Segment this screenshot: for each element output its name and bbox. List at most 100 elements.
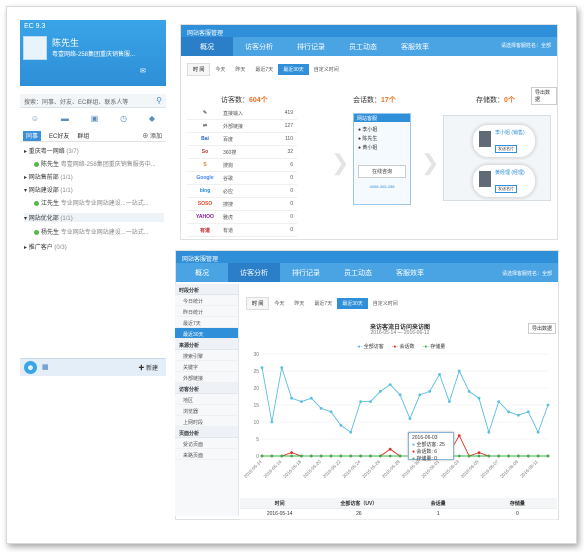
data-point bbox=[388, 454, 392, 458]
tab-colleagues[interactable]: 同事 bbox=[23, 131, 42, 141]
person-icon bbox=[479, 171, 491, 187]
side-menu-item[interactable]: 搜索引擎 bbox=[175, 350, 238, 361]
table-cell: 0 bbox=[515, 511, 519, 517]
search-input[interactable]: 搜索：同事、好友、EC群组、联系人等 bbox=[24, 100, 128, 106]
range-yesterday[interactable]: 昨天 bbox=[289, 298, 309, 309]
group-item[interactable]: ▾ 网站优化部 (1/1) bbox=[24, 213, 164, 222]
search-icon[interactable]: ⚲ bbox=[156, 96, 162, 105]
chat-item[interactable]: ● 黄小姐 bbox=[354, 142, 410, 151]
table-header-cell[interactable]: 全部访客（UV） bbox=[319, 500, 398, 507]
tab-groups[interactable]: 群组 bbox=[77, 131, 89, 141]
side-menu-heading[interactable]: 页面分析 bbox=[175, 427, 238, 438]
history-icon[interactable]: ◷ bbox=[120, 114, 127, 128]
search-box[interactable]: 搜索：同事、好友、EC群组、联系人等 ⚲ bbox=[20, 94, 166, 108]
side-menu-item[interactable]: 外部链接 bbox=[175, 372, 238, 383]
side-menu-item[interactable]: 浏览器 bbox=[175, 405, 238, 416]
tab-visitor-analysis[interactable]: 访客分析 bbox=[228, 263, 280, 282]
tab-staff[interactable]: 员工动态 bbox=[332, 263, 384, 282]
side-menu-item[interactable]: 地区 bbox=[175, 394, 238, 405]
export-button[interactable]: 导出数据 bbox=[528, 323, 557, 334]
range-custom[interactable]: 自定义时间 bbox=[368, 298, 403, 309]
range-30days[interactable]: 最近30天 bbox=[278, 64, 309, 75]
new-button[interactable]: ✚ 新建 bbox=[138, 363, 158, 372]
legend-leads[interactable]: -●- 存储量 bbox=[423, 343, 446, 350]
series-line bbox=[261, 367, 549, 434]
side-menu-item[interactable]: 最近7天 bbox=[175, 317, 238, 328]
tab-overview[interactable]: 概况 bbox=[176, 263, 228, 282]
tab-ec-friends[interactable]: EC好友 bbox=[49, 131, 69, 141]
side-menu-heading[interactable]: 来源分析 bbox=[175, 339, 238, 350]
send-card-button[interactable]: 发送名片 bbox=[495, 145, 517, 153]
x-tick-label: 2016-06-07 bbox=[480, 459, 500, 479]
chat-item[interactable]: ● 陈先生 bbox=[354, 133, 410, 142]
data-point bbox=[428, 390, 432, 393]
side-menu-item[interactable]: 今日统计 bbox=[175, 295, 238, 306]
group-item[interactable]: ▸ 重庆粤一网络 (3/7) bbox=[24, 146, 79, 155]
side-menu-item[interactable]: 昨日统计 bbox=[175, 306, 238, 317]
range-7days[interactable]: 最近7天 bbox=[309, 298, 337, 309]
chat-item[interactable]: ● 李小姐 bbox=[354, 122, 410, 133]
side-menu-item[interactable]: 最近30天 bbox=[175, 328, 238, 339]
user-signature[interactable]: 粤壹网络-258集团重庆销售服... bbox=[52, 49, 162, 58]
tab-staff[interactable]: 员工动态 bbox=[337, 37, 389, 56]
add-button[interactable]: ⊕ 添加 bbox=[142, 131, 166, 141]
table-header-cell[interactable]: 存储量 bbox=[478, 500, 557, 507]
range-7days[interactable]: 最近7天 bbox=[250, 64, 278, 75]
table-header-cell[interactable]: 时间 bbox=[240, 500, 319, 507]
range-today[interactable]: 今天 bbox=[269, 298, 289, 309]
app-icon[interactable]: ◆ bbox=[149, 114, 155, 128]
tab-efficiency[interactable]: 客服效率 bbox=[384, 263, 436, 282]
side-menu-item[interactable]: 上网时段 bbox=[175, 416, 238, 427]
data-point bbox=[477, 396, 481, 400]
send-card-button[interactable]: 发送名片 bbox=[495, 185, 517, 193]
legend-sessions[interactable]: -●- 会话数 bbox=[392, 343, 415, 350]
staff-select[interactable]: 请选择客服姓名：全部 bbox=[501, 42, 551, 49]
group-item[interactable]: ▸ 网站售前部 (1/1) bbox=[24, 172, 73, 181]
card-name: 黄经理 (经理) bbox=[495, 170, 525, 176]
card-bubble: 黄经理 (经理) 发送名片 bbox=[472, 164, 536, 198]
consult-button[interactable]: 在线咨询 bbox=[358, 165, 406, 178]
contacts-icon[interactable]: ☺ bbox=[31, 114, 39, 128]
legend-visitors[interactable]: -●- 全部访客 bbox=[356, 343, 384, 350]
range-yesterday[interactable]: 昨天 bbox=[230, 64, 250, 75]
side-menu-item[interactable]: 关键字 bbox=[175, 361, 238, 372]
table-cell: 26 bbox=[356, 511, 362, 517]
avatar[interactable] bbox=[23, 36, 47, 60]
robot-icon[interactable]: ☻ bbox=[24, 361, 37, 374]
source-value: 32 bbox=[287, 149, 293, 155]
tab-rankings[interactable]: 排行记录 bbox=[280, 263, 332, 282]
apps-icon[interactable]: ▦ bbox=[42, 363, 49, 371]
table-row: 2016-05-14 26 1 0 bbox=[240, 509, 557, 520]
tab-efficiency[interactable]: 客服效率 bbox=[389, 37, 441, 56]
source-row: bing 必应 0 bbox=[187, 185, 297, 198]
group-item[interactable]: ▾ 网站建设部 (1/1) bbox=[24, 185, 73, 194]
staff-select[interactable]: 请选择客服姓名：全部 bbox=[502, 270, 552, 277]
data-point bbox=[517, 413, 520, 417]
member-item[interactable]: 杨先生 专业网站专业网站建设...一站式... bbox=[34, 227, 149, 236]
x-tick-label: 2016-05-20 bbox=[302, 459, 322, 479]
side-menu-item[interactable]: 来路页面 bbox=[175, 449, 238, 460]
source-logo-icon: bing bbox=[199, 188, 211, 194]
group-count: (0/3) bbox=[54, 245, 67, 251]
tooltip-row: ● 存储量: 0 bbox=[412, 456, 437, 462]
chat-widget: 网站客服 ● 李小姐 ● 陈先生 ● 黄小姐 在线咨询 4008-305-258 bbox=[353, 113, 411, 205]
tab-overview[interactable]: 概况 bbox=[181, 37, 233, 56]
tab-rankings[interactable]: 排行记录 bbox=[285, 37, 337, 56]
range-30days[interactable]: 最近30天 bbox=[337, 298, 368, 309]
group-item[interactable]: ▸ 推广客户 (0/3) bbox=[24, 242, 67, 251]
range-today[interactable]: 今天 bbox=[210, 64, 230, 75]
table-header-cell[interactable]: 会话量 bbox=[399, 500, 478, 507]
side-menu-heading[interactable]: 访客分析 bbox=[175, 383, 238, 394]
tab-visitor-analysis[interactable]: 访客分析 bbox=[233, 37, 285, 56]
chat-icon[interactable]: ▬ bbox=[61, 114, 69, 128]
member-sub: 粤壹网络-258集团重庆销售服务中... bbox=[60, 162, 156, 168]
export-button[interactable]: 导出数据 bbox=[531, 87, 557, 105]
im-panel: EC 9.3 陈先生 粤壹网络-258集团重庆销售服... ✉ 搜索：同事、好友… bbox=[20, 20, 166, 386]
member-item[interactable]: 陈先生 粤壹网络-258集团重庆销售服务中... bbox=[34, 159, 156, 168]
card-icon[interactable]: ▣ bbox=[91, 114, 99, 128]
side-menu-item[interactable]: 受访页面 bbox=[175, 438, 238, 449]
mail-icon[interactable]: ✉ bbox=[140, 67, 146, 75]
range-custom[interactable]: 自定义时间 bbox=[309, 64, 344, 75]
side-menu-heading[interactable]: 时段分析 bbox=[175, 284, 238, 295]
member-item[interactable]: 江先生 专业网站专业网站建设...一站式... bbox=[34, 198, 149, 207]
